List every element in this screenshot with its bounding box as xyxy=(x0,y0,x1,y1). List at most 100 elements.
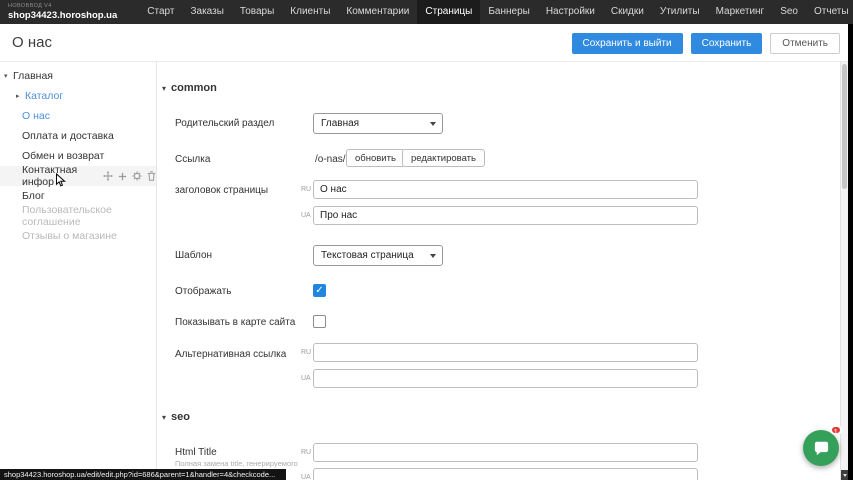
top-menu-item-label: Заказы xyxy=(190,6,223,17)
sitemap-checkbox[interactable] xyxy=(313,315,326,328)
display-checkbox[interactable] xyxy=(313,284,326,297)
chat-widget-button[interactable]: 1 xyxy=(803,430,839,466)
tree-expander-icon[interactable]: ▸ xyxy=(16,92,25,100)
trash-icon[interactable] xyxy=(147,171,156,181)
gear-icon[interactable] xyxy=(132,171,142,181)
section-collapse-icon: ▾ xyxy=(162,413,166,422)
lang-tag-ru: RU xyxy=(301,449,311,456)
top-menu-item-label: Клиенты xyxy=(290,6,330,17)
alt-link-ru-input[interactable] xyxy=(313,343,698,362)
top-bar: НОВОВВОД V4 shop34423.horoshop.ua Старт З… xyxy=(0,0,853,24)
item-action-icons xyxy=(103,171,156,181)
lang-tag-ru: RU xyxy=(301,186,311,193)
move-icon[interactable] xyxy=(103,171,113,181)
sidebar-item[interactable]: Оплата и доставка xyxy=(0,126,156,146)
brand-domain: shop34423.horoshop.ua xyxy=(8,11,117,21)
sidebar-item-label: Оплата и доставка xyxy=(22,130,114,142)
alt-link-label: Альтернативная ссылка xyxy=(175,349,286,360)
top-menu-item[interactable]: Настройки xyxy=(538,0,603,24)
page-title: О нас xyxy=(12,34,52,51)
top-menu-item[interactable]: Комментарии xyxy=(338,0,417,24)
top-menu-item[interactable]: Скидки xyxy=(603,0,652,24)
lang-tag-ru: RU xyxy=(301,349,311,356)
top-menu-item-label: Утилиты xyxy=(660,6,700,17)
browser-status-bar: shop34423.horoshop.ua/edit/edit.php?id=6… xyxy=(0,469,286,480)
parent-section-label: Родительский раздел xyxy=(175,118,274,129)
top-menu-item[interactable]: Страницы xyxy=(417,0,480,24)
page-title-ru-input[interactable] xyxy=(313,180,698,199)
page-edit-form: ▾common Родительский раздел Главная Ссыл… xyxy=(158,62,840,480)
scrollbar-down-button[interactable] xyxy=(841,470,848,480)
sidebar-item[interactable]: ▸ Каталог xyxy=(0,86,156,106)
top-menu-item-label: Товары xyxy=(240,6,274,17)
section-collapse-icon: ▾ xyxy=(162,84,166,93)
sidebar-item[interactable]: Пользовательское соглашение xyxy=(0,206,156,226)
link-edit-button[interactable]: редактировать xyxy=(402,149,485,167)
top-menu-item-label: Скидки xyxy=(611,6,644,17)
brand-logo[interactable]: НОВОВВОД V4 shop34423.horoshop.ua xyxy=(8,4,117,20)
page-title-ua-input[interactable] xyxy=(313,206,698,225)
top-menu-item[interactable]: Заказы xyxy=(182,0,231,24)
template-value: Текстовая страница xyxy=(321,250,414,261)
top-menu-item-label: Seo xyxy=(780,6,798,17)
vertical-scrollbar[interactable] xyxy=(840,62,848,480)
screen-right-black-strip xyxy=(848,24,853,480)
sidebar-item-label: Пользовательское соглашение xyxy=(22,204,156,228)
page-title-field-label: заголовок страницы xyxy=(175,185,268,196)
scrollbar-thumb[interactable] xyxy=(842,64,847,189)
sidebar-item-label: Отзывы о магазине xyxy=(22,230,117,242)
html-title-ua-input[interactable] xyxy=(313,468,698,480)
sidebar-item-label: Обмен и возврат xyxy=(22,150,104,162)
template-select[interactable]: Текстовая страница xyxy=(313,245,443,266)
top-menu-item-label: Страницы xyxy=(425,6,472,17)
sidebar-item-label: Блог xyxy=(22,190,45,202)
add-icon[interactable] xyxy=(118,172,127,181)
page-header: О нас Сохранить и выйти Сохранить Отмени… xyxy=(0,24,848,62)
tree-expander-icon[interactable]: ▾ xyxy=(4,72,13,80)
section-seo[interactable]: ▾ seo xyxy=(162,411,190,423)
section-common[interactable]: ▾ common xyxy=(162,82,217,94)
top-menu-item[interactable]: Маркетинг xyxy=(708,0,773,24)
cancel-button[interactable]: Отменить xyxy=(770,33,840,54)
sidebar-item[interactable]: ▾ Главная xyxy=(0,66,156,86)
sidebar-item[interactable]: Обмен и возврат xyxy=(0,146,156,166)
pages-tree-sidebar: ▾ Главная xyxy=(0,62,157,480)
top-menu-item-label: Комментарии xyxy=(346,6,409,17)
html-title-ru-input[interactable] xyxy=(313,443,698,462)
sidebar-item[interactable]: О нас xyxy=(0,106,156,126)
mouse-cursor xyxy=(55,173,66,188)
top-menu-item[interactable]: Старт xyxy=(139,0,182,24)
html-title-label: Html Title xyxy=(175,447,217,458)
section-seo-label: seo xyxy=(171,411,190,423)
top-menu-item-label: Настройки xyxy=(546,6,595,17)
chat-notification-badge: 1 xyxy=(830,425,842,435)
sidebar-item-label: О нас xyxy=(22,110,50,122)
brand-version: НОВОВВОД V4 xyxy=(8,4,117,10)
top-menu-item-label: Отчеты xyxy=(814,6,849,17)
link-value: /o-nas/ xyxy=(315,154,346,165)
link-update-button[interactable]: обновить xyxy=(346,149,405,167)
top-menu-item[interactable]: Баннеры xyxy=(480,0,537,24)
sidebar-item[interactable]: Контактная инфор xyxy=(0,166,156,186)
sidebar-item-label: Каталог xyxy=(25,90,63,102)
top-menu-item[interactable]: Отчеты xyxy=(806,0,853,24)
top-menu-item-label: Маркетинг xyxy=(716,6,765,17)
parent-section-select[interactable]: Главная xyxy=(313,113,443,134)
sidebar-item[interactable]: Отзывы о магазине xyxy=(0,226,156,246)
top-menu: Старт Заказы Товары Клиенты Комментарии Стран… xyxy=(139,0,853,24)
lang-tag-ua: UA xyxy=(301,212,311,219)
top-menu-item[interactable]: Клиенты xyxy=(282,0,338,24)
top-menu-item[interactable]: Товары xyxy=(232,0,282,24)
lang-tag-ua: UA xyxy=(301,375,311,382)
sidebar-item[interactable]: Блог xyxy=(0,186,156,206)
select-caret-icon xyxy=(430,254,436,258)
alt-link-ua-input[interactable] xyxy=(313,369,698,388)
top-menu-item[interactable]: Утилиты xyxy=(652,0,708,24)
save-button[interactable]: Сохранить xyxy=(691,33,763,54)
section-common-label: common xyxy=(171,82,217,94)
top-menu-item[interactable]: Seo xyxy=(772,0,806,24)
select-caret-icon xyxy=(430,122,436,126)
save-and-exit-button[interactable]: Сохранить и выйти xyxy=(572,33,683,54)
chat-icon xyxy=(813,440,830,457)
html-title-hint: Полная замена title, генерируемого xyxy=(175,459,325,468)
